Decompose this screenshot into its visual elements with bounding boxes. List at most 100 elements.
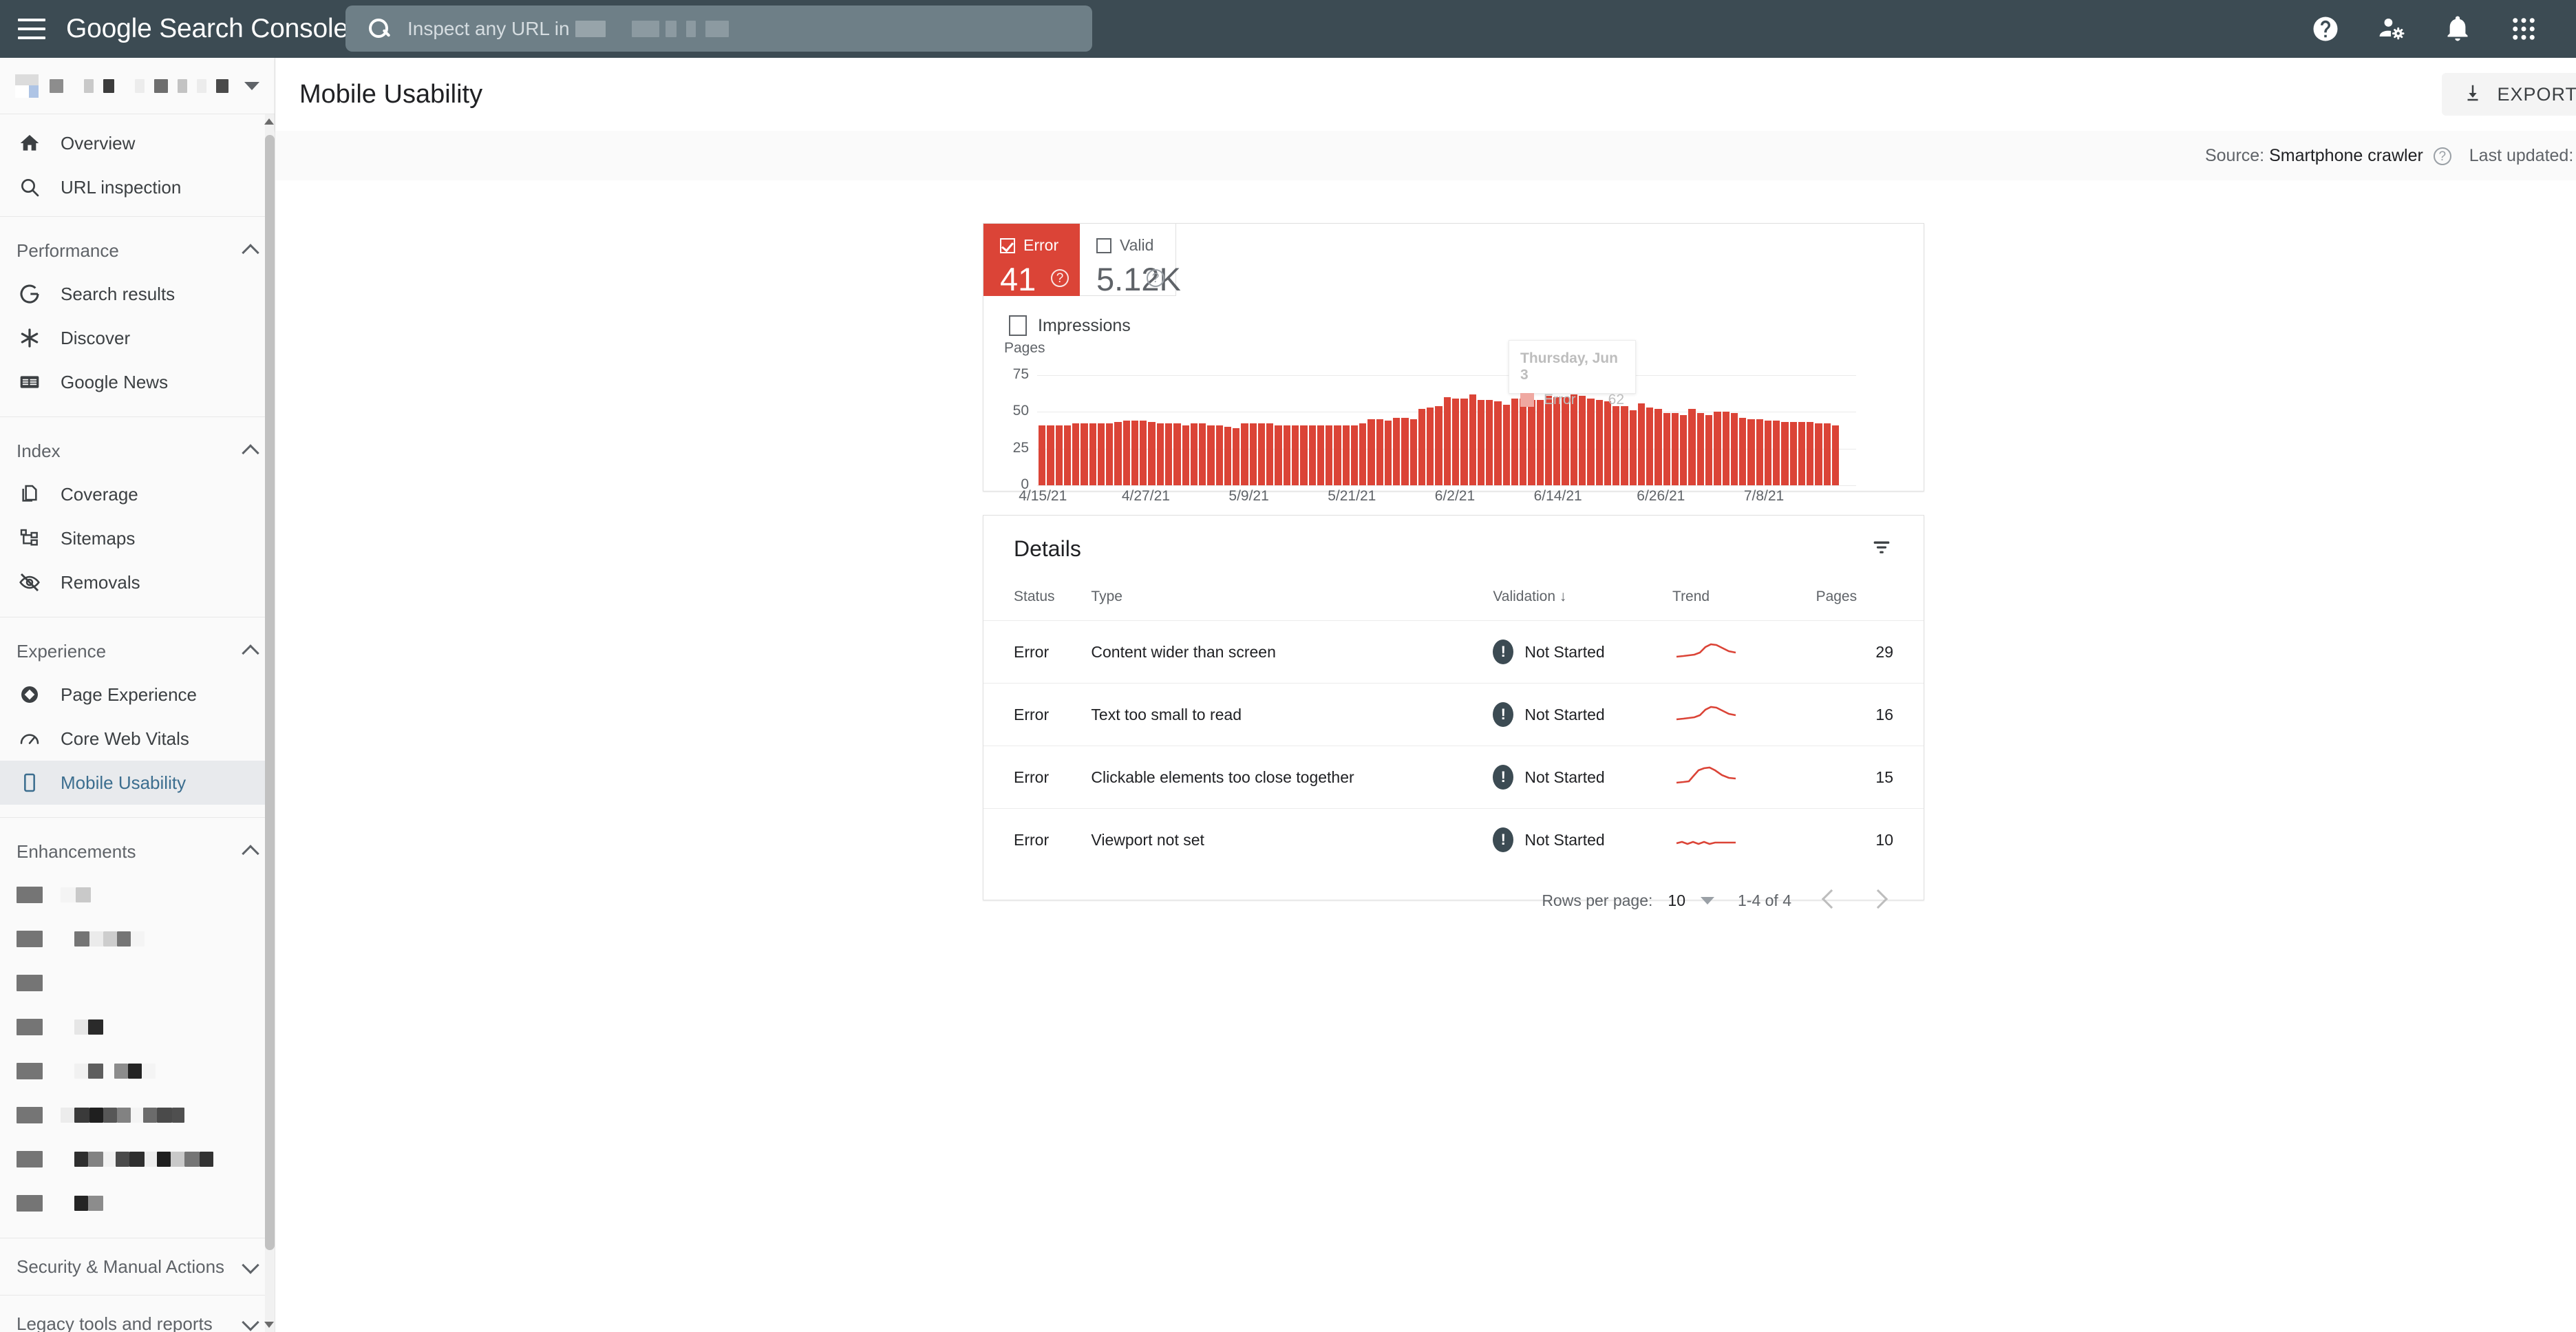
sidebar-item-redacted[interactable] [0, 1181, 275, 1225]
chart-bar[interactable] [1654, 409, 1662, 485]
export-button[interactable]: EXPORT [2442, 73, 2576, 116]
chart-bar[interactable] [1486, 400, 1493, 485]
chart-bar[interactable] [1401, 417, 1409, 485]
help-icon[interactable] [2292, 0, 2359, 58]
chart-bar[interactable] [1705, 414, 1713, 485]
sidebar-item-overview[interactable]: Overview [0, 121, 275, 165]
chart-bar[interactable] [1773, 421, 1780, 485]
sidebar-item-redacted[interactable] [0, 1137, 275, 1181]
chart-bar[interactable] [1781, 422, 1789, 485]
nav-section-header-security[interactable]: Security & Manual Actions [0, 1245, 275, 1288]
chart-bar[interactable] [1764, 421, 1772, 485]
chart-bar[interactable] [1789, 422, 1797, 485]
impressions-checkbox[interactable] [1009, 315, 1027, 336]
nav-section-header-performance[interactable]: Performance [0, 229, 275, 272]
chart-bar[interactable] [1798, 422, 1806, 485]
chart-bar[interactable] [1562, 397, 1569, 485]
chart-bar[interactable] [1544, 395, 1553, 485]
impressions-toggle[interactable]: Impressions [983, 296, 1924, 336]
chart-bar[interactable] [1326, 425, 1333, 485]
hamburger-menu-icon[interactable] [18, 19, 45, 39]
chart-bar[interactable] [1587, 399, 1595, 485]
valid-checkbox[interactable] [1096, 237, 1111, 253]
chart-bar[interactable] [1106, 423, 1114, 485]
chart-bar[interactable] [1114, 422, 1122, 485]
sidebar-item-redacted[interactable] [0, 917, 275, 961]
chart-bar[interactable] [1722, 412, 1729, 485]
sidebar-item-mobile-usability[interactable]: Mobile Usability [0, 761, 275, 805]
google-apps-grid-icon[interactable] [2491, 0, 2557, 58]
scroll-up-arrow-icon[interactable] [264, 118, 274, 125]
chart-bar[interactable] [1528, 400, 1535, 485]
url-inspection-search-bar[interactable]: Inspect any URL in [345, 6, 1092, 52]
chart-bar[interactable] [1435, 405, 1443, 485]
chart-bar[interactable] [1714, 412, 1721, 485]
nav-section-header-experience[interactable]: Experience [0, 630, 275, 673]
chart-bar[interactable] [1520, 399, 1527, 485]
chart-bar[interactable] [1300, 425, 1308, 485]
sidebar-item-redacted[interactable] [0, 1093, 275, 1137]
chart-bar[interactable] [1477, 400, 1485, 485]
chart-bar[interactable] [1173, 423, 1181, 485]
chart-bar[interactable] [1604, 401, 1612, 485]
table-row[interactable]: Error Clickable elements too close togeth… [983, 746, 1924, 809]
chart-bar[interactable] [1224, 426, 1232, 485]
column-header-status[interactable]: Status [983, 582, 1091, 621]
chart-bar[interactable] [1393, 417, 1401, 485]
chart-bar[interactable] [1443, 397, 1451, 485]
property-selector[interactable] [0, 58, 275, 114]
nav-section-header-index[interactable]: Index [0, 430, 275, 472]
chart-bar[interactable] [1823, 423, 1831, 485]
scroll-down-arrow-icon[interactable] [264, 1322, 274, 1328]
chart-bar[interactable] [1418, 409, 1426, 485]
chart-bar[interactable] [1275, 425, 1282, 485]
chevron-down-icon[interactable] [1701, 896, 1714, 905]
chart-bar[interactable] [1190, 423, 1198, 485]
chevron-up-icon[interactable] [243, 644, 258, 659]
chart-bar[interactable] [1747, 419, 1755, 485]
sidebar-item-redacted[interactable] [0, 873, 275, 917]
chart-bar[interactable] [1595, 400, 1603, 485]
sidebar-item-page-experience[interactable]: Page Experience [0, 673, 275, 717]
chart-bar[interactable] [1164, 423, 1173, 485]
chart-bar[interactable] [1359, 423, 1367, 485]
chart-bar[interactable] [1097, 423, 1105, 485]
chart-bar[interactable] [1063, 425, 1072, 485]
chart-bar[interactable] [1494, 401, 1502, 485]
chart-bar[interactable] [1283, 425, 1290, 485]
filter-list-icon[interactable] [1870, 536, 1893, 562]
notifications-bell-icon[interactable] [2425, 0, 2491, 58]
table-row[interactable]: Error Text too small to read! Not Started 1… [983, 683, 1924, 746]
chart-bar[interactable] [1156, 423, 1164, 485]
column-header-type[interactable]: Type [1091, 582, 1493, 621]
chart-bar[interactable] [1730, 413, 1738, 485]
chevron-up-icon[interactable] [243, 243, 258, 258]
chart-bar[interactable] [1081, 423, 1088, 485]
chart-bar[interactable] [1140, 421, 1147, 485]
nav-section-header-enhancements[interactable]: Enhancements [0, 830, 275, 873]
sidebar-item-redacted[interactable] [0, 1005, 275, 1049]
chart-bar[interactable] [1579, 395, 1586, 485]
chevron-down-icon[interactable] [243, 1259, 258, 1274]
sidebar-item-removals[interactable]: Removals [0, 560, 275, 604]
chart-bar[interactable] [1122, 421, 1130, 485]
chart-bar[interactable] [1148, 422, 1156, 485]
chart-bar[interactable] [1739, 417, 1747, 485]
table-row[interactable]: Error Viewport not set! Not Started 10 [983, 808, 1924, 871]
chart-bar[interactable] [1621, 405, 1628, 485]
chevron-left-icon[interactable] [1815, 887, 1842, 914]
chart-bar[interactable] [1249, 423, 1257, 485]
chart-bar[interactable] [1342, 425, 1350, 485]
chart-bar[interactable] [1384, 421, 1392, 485]
chart-bar[interactable] [1807, 422, 1814, 485]
chart-bar[interactable] [1291, 425, 1299, 485]
chart-bar[interactable] [1553, 397, 1561, 485]
status-tab-valid[interactable]: Valid 5.12K ? [1080, 224, 1181, 297]
chart-bar[interactable] [1308, 425, 1316, 485]
chart-bar[interactable] [1680, 414, 1688, 485]
chart-bar[interactable] [1756, 419, 1763, 485]
column-header-trend[interactable]: Trend [1672, 582, 1816, 621]
error-checkbox[interactable] [1000, 237, 1015, 253]
chevron-up-icon[interactable] [243, 844, 258, 859]
chart-bar[interactable] [1637, 403, 1646, 485]
